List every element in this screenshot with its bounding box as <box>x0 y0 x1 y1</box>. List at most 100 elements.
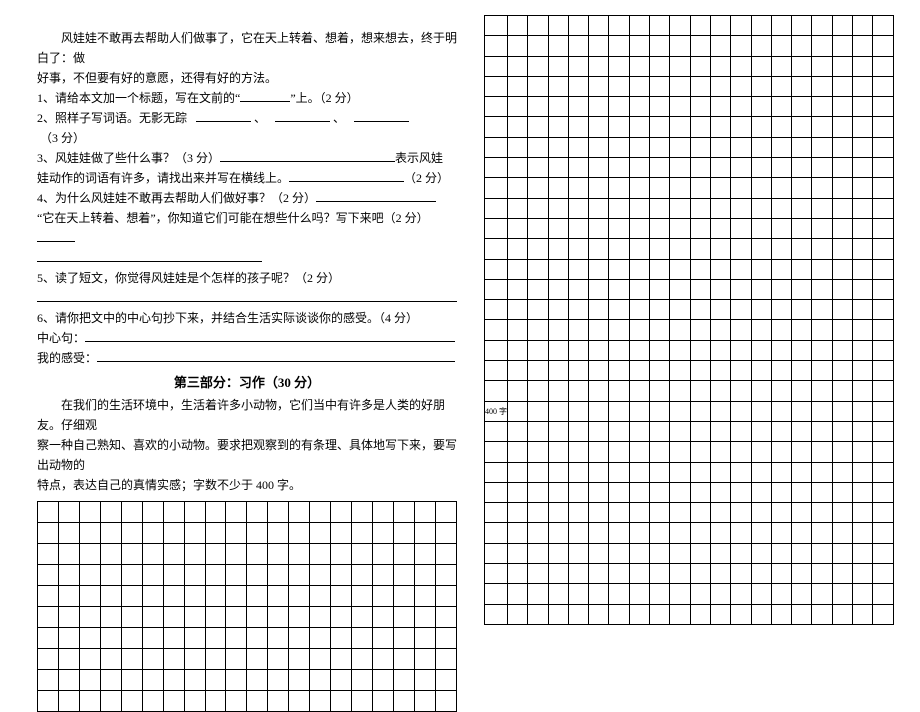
grid-cell[interactable] <box>629 462 649 482</box>
grid-cell[interactable] <box>792 36 812 56</box>
grid-cell[interactable] <box>812 462 832 482</box>
grid-cell[interactable] <box>226 691 247 712</box>
grid-cell[interactable] <box>485 117 508 137</box>
grid-cell[interactable] <box>609 604 629 624</box>
grid-cell[interactable] <box>710 361 730 381</box>
grid-cell[interactable] <box>690 218 710 238</box>
grid-cell[interactable] <box>508 523 528 543</box>
grid-cell[interactable] <box>205 691 226 712</box>
grid-cell[interactable] <box>609 56 629 76</box>
grid-cell[interactable] <box>528 320 548 340</box>
grid-cell[interactable] <box>100 523 121 544</box>
grid-cell[interactable] <box>568 218 588 238</box>
grid-cell[interactable] <box>373 586 394 607</box>
grid-cell[interactable] <box>751 300 771 320</box>
grid-cell[interactable] <box>751 56 771 76</box>
grid-cell[interactable] <box>832 97 852 117</box>
grid-cell[interactable] <box>393 607 414 628</box>
grid-cell[interactable] <box>485 76 508 96</box>
grid-cell[interactable] <box>485 259 508 279</box>
grid-cell[interactable] <box>853 564 873 584</box>
grid-cell[interactable] <box>629 117 649 137</box>
grid-cell[interactable] <box>771 279 791 299</box>
grid-cell[interactable] <box>142 691 163 712</box>
grid-cell[interactable] <box>548 401 568 421</box>
grid-cell[interactable] <box>205 649 226 670</box>
grid-cell[interactable] <box>731 584 751 604</box>
grid-cell[interactable] <box>710 401 730 421</box>
grid-cell[interactable] <box>670 137 690 157</box>
grid-cell[interactable] <box>589 279 609 299</box>
grid-cell[interactable] <box>690 36 710 56</box>
grid-cell[interactable] <box>548 543 568 563</box>
grid-cell[interactable] <box>670 279 690 299</box>
grid-cell[interactable] <box>485 564 508 584</box>
grid-cell[interactable] <box>548 198 568 218</box>
grid-cell[interactable] <box>508 178 528 198</box>
grid-cell[interactable] <box>812 279 832 299</box>
grid-cell[interactable] <box>731 16 751 36</box>
grid-cell[interactable] <box>435 670 456 691</box>
grid-cell[interactable] <box>310 565 331 586</box>
grid-cell[interactable] <box>163 649 184 670</box>
grid-cell[interactable] <box>289 607 310 628</box>
grid-cell[interactable] <box>310 649 331 670</box>
grid-cell[interactable] <box>589 421 609 441</box>
grid-cell[interactable] <box>690 16 710 36</box>
grid-cell[interactable] <box>38 670 59 691</box>
grid-cell[interactable] <box>589 523 609 543</box>
grid-cell[interactable] <box>205 628 226 649</box>
grid-cell[interactable] <box>508 259 528 279</box>
grid-cell[interactable] <box>528 76 548 96</box>
grid-cell[interactable] <box>609 381 629 401</box>
grid-cell[interactable] <box>289 691 310 712</box>
grid-cell[interactable] <box>873 361 893 381</box>
grid-cell[interactable] <box>609 462 629 482</box>
grid-cell[interactable] <box>710 543 730 563</box>
grid-cell[interactable] <box>731 482 751 502</box>
grid-cell[interactable] <box>58 607 79 628</box>
grid-cell[interactable] <box>853 97 873 117</box>
grid-cell[interactable] <box>771 482 791 502</box>
grid-cell[interactable] <box>528 462 548 482</box>
grid-cell[interactable] <box>731 523 751 543</box>
grid-cell[interactable] <box>629 279 649 299</box>
grid-cell[interactable] <box>873 178 893 198</box>
grid-cell[interactable] <box>792 462 812 482</box>
grid-cell[interactable] <box>853 421 873 441</box>
grid-cell[interactable] <box>792 198 812 218</box>
grid-cell[interactable] <box>853 482 873 502</box>
grid-cell[interactable] <box>485 36 508 56</box>
grid-cell[interactable] <box>268 628 289 649</box>
grid-cell[interactable] <box>853 259 873 279</box>
grid-cell[interactable] <box>812 421 832 441</box>
grid-cell[interactable] <box>121 607 142 628</box>
grid-cell[interactable] <box>609 300 629 320</box>
grid-cell[interactable] <box>310 628 331 649</box>
grid-cell[interactable] <box>812 56 832 76</box>
grid-cell[interactable] <box>435 649 456 670</box>
grid-cell[interactable] <box>609 584 629 604</box>
grid-cell[interactable] <box>528 584 548 604</box>
grid-cell[interactable] <box>58 565 79 586</box>
grid-cell[interactable] <box>38 565 59 586</box>
grid-cell[interactable] <box>528 361 548 381</box>
grid-cell[interactable] <box>792 158 812 178</box>
grid-cell[interactable] <box>731 259 751 279</box>
grid-cell[interactable] <box>710 604 730 624</box>
grid-cell[interactable] <box>268 523 289 544</box>
grid-cell[interactable] <box>589 320 609 340</box>
grid-cell[interactable] <box>58 586 79 607</box>
grid-cell[interactable] <box>812 259 832 279</box>
grid-cell[interactable] <box>163 691 184 712</box>
grid-cell[interactable] <box>832 584 852 604</box>
grid-cell[interactable] <box>873 482 893 502</box>
grid-cell[interactable] <box>435 544 456 565</box>
grid-cell[interactable] <box>812 564 832 584</box>
grid-cell[interactable] <box>528 198 548 218</box>
grid-cell[interactable] <box>568 259 588 279</box>
grid-cell[interactable] <box>508 503 528 523</box>
grid-cell[interactable] <box>751 218 771 238</box>
grid-cell[interactable] <box>771 340 791 360</box>
grid-cell[interactable] <box>589 401 609 421</box>
